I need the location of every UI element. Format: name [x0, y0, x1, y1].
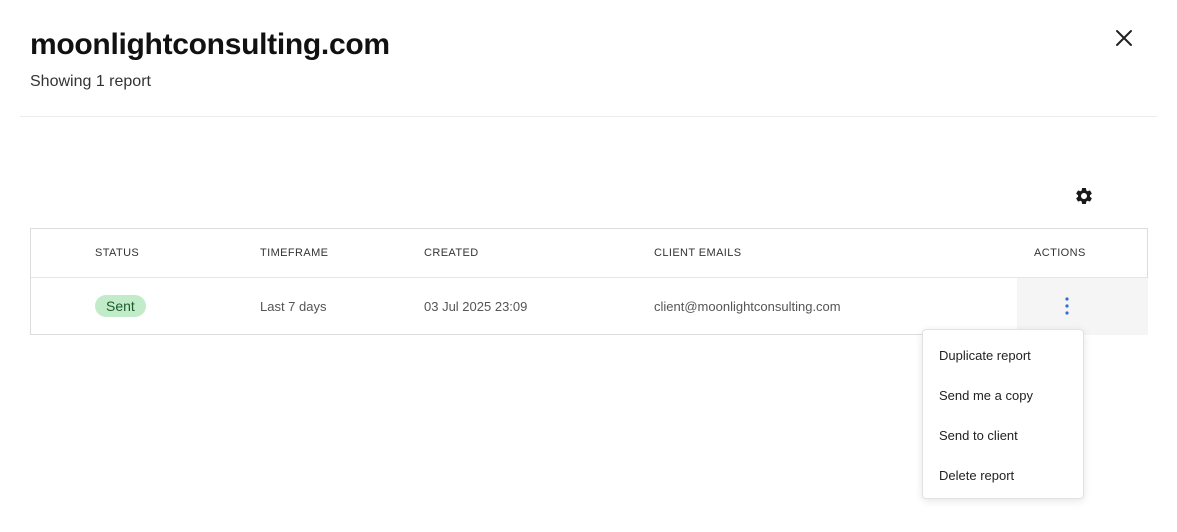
close-button[interactable] [1112, 26, 1136, 50]
menu-item-delete-report[interactable]: Delete report [939, 468, 1014, 483]
settings-button[interactable] [1074, 186, 1094, 206]
reports-table: STATUS TIMEFRAME CREATED CLIENT EMAILS A… [30, 228, 1148, 335]
report-count: Showing 1 report [30, 73, 151, 90]
client-email-cell: client@moonlightconsulting.com [654, 299, 841, 314]
menu-item-send-me-a-copy[interactable]: Send me a copy [939, 388, 1033, 403]
column-header-client-emails: CLIENT EMAILS [654, 247, 742, 259]
column-header-created: CREATED [424, 247, 479, 259]
page-title: moonlightconsulting.com [30, 28, 390, 61]
table-row: Sent Last 7 days 03 Jul 2025 23:09 clien… [31, 278, 1148, 335]
gear-icon [1076, 188, 1092, 204]
header-divider [20, 116, 1157, 117]
column-header-status: STATUS [95, 247, 140, 259]
more-vertical-icon [1065, 297, 1069, 315]
menu-item-duplicate-report[interactable]: Duplicate report [939, 348, 1031, 363]
table-header: STATUS TIMEFRAME CREATED CLIENT EMAILS A… [31, 229, 1147, 278]
column-header-timeframe: TIMEFRAME [260, 247, 329, 259]
actions-cell [1017, 278, 1148, 335]
row-actions-button[interactable] [1061, 294, 1073, 318]
column-header-actions: ACTIONS [1034, 247, 1086, 259]
menu-item-send-to-client[interactable]: Send to client [939, 428, 1018, 443]
close-icon [1116, 30, 1132, 46]
timeframe-cell: Last 7 days [260, 299, 327, 314]
status-badge: Sent [95, 295, 146, 317]
row-actions-menu: Duplicate report Send me a copy Send to … [922, 329, 1084, 499]
created-cell: 03 Jul 2025 23:09 [424, 299, 528, 314]
page-header: moonlightconsulting.com Showing 1 report [30, 26, 390, 92]
